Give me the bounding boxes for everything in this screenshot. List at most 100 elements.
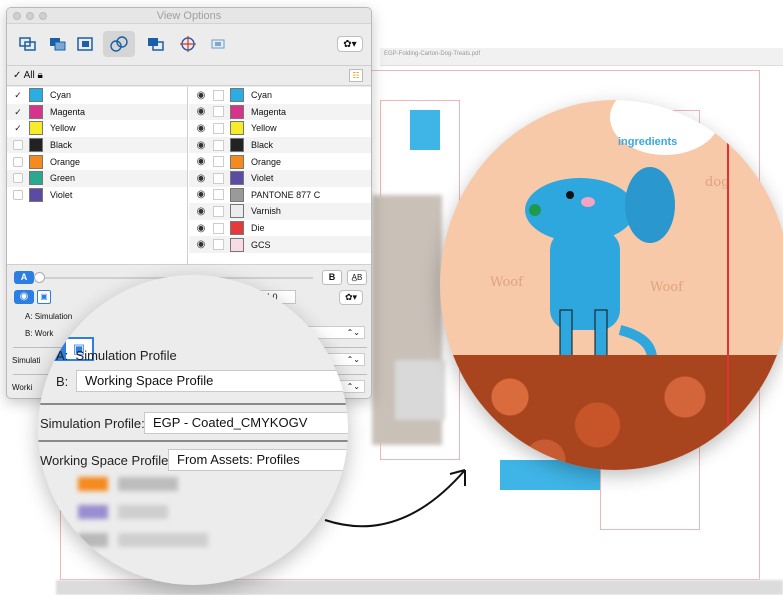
ink-row[interactable]: Orange (7, 153, 187, 170)
eye-toggle-button[interactable]: ◉ (14, 290, 34, 304)
ink-checkbox[interactable] (213, 156, 224, 168)
trim-button[interactable] (205, 31, 231, 57)
ink-checkbox[interactable] (13, 173, 23, 184)
document-title: EGP-Folding-Carton-Dog-Treats.pdf (384, 51, 481, 57)
zoom-b-select[interactable]: Working Space Profile (76, 370, 348, 392)
eye-icon[interactable]: ◉ (195, 239, 207, 250)
ink-checkbox[interactable] (213, 239, 224, 251)
gear-icon: ✿▾ (343, 38, 357, 50)
ink-checkbox[interactable] (13, 156, 23, 167)
ink-swatch (230, 171, 244, 186)
ui-zoom-circle: ▣ A: Simulation Profile B: Working Space… (38, 275, 348, 585)
ink-name: Violet (50, 189, 73, 200)
ink-swatch (230, 121, 244, 136)
ink-name: Magenta (50, 106, 86, 117)
objects-button[interactable] (143, 31, 169, 57)
all-toggle[interactable]: ✓ All 🔒︎ (13, 70, 43, 81)
nutrition-table (395, 360, 445, 420)
ink-checkbox[interactable] (213, 106, 224, 118)
ink-name: Green (50, 173, 76, 184)
ink-name: Die (251, 223, 265, 234)
zoom-simulation-select[interactable]: EGP - Coated_CMYKOGV (144, 412, 348, 434)
ink-row[interactable]: ✓ Cyan (7, 87, 187, 104)
ink-checkbox[interactable]: ✓ (13, 90, 23, 100)
ink-name: Cyan (50, 90, 72, 101)
ink-checkbox[interactable] (213, 222, 224, 234)
zoom-blurred-ink-list (38, 455, 348, 585)
layers-button[interactable] (73, 31, 99, 57)
ink-checkbox[interactable] (213, 89, 224, 101)
ink-swatch (29, 121, 43, 136)
window-titlebar: View Options (7, 8, 371, 24)
ink-checkbox[interactable]: ✓ (13, 107, 23, 117)
die-line (727, 100, 729, 470)
ink-checkbox[interactable] (13, 140, 23, 151)
window-title: View Options (156, 10, 222, 22)
zoom-simulation-label: Simulation Profile: (40, 416, 145, 431)
ink-swatch (230, 204, 244, 219)
simulation-short-label: Simulati (12, 356, 41, 365)
eye-icon[interactable]: ◉ (195, 140, 207, 151)
ink-checkbox[interactable] (213, 139, 224, 151)
ink-name: Yellow (251, 123, 277, 134)
ink-row[interactable]: Green (7, 169, 187, 187)
ink-row[interactable]: ◉ Orange (189, 153, 371, 170)
ink-row[interactable]: ◉ Violet (189, 169, 371, 187)
crosshair-icon (180, 36, 196, 52)
eye-icon[interactable]: ◉ (195, 106, 207, 117)
ink-checkbox[interactable] (213, 172, 224, 184)
ink-row[interactable]: ◉ PANTONE 877 C (189, 187, 371, 204)
ink-row[interactable]: ◉ Varnish (189, 203, 371, 220)
pointer-arrow (324, 469, 466, 528)
eye-icon[interactable]: ◉ (195, 123, 207, 134)
ink-row[interactable]: Violet (7, 187, 187, 204)
ink-swatch (230, 104, 244, 119)
food-photo (440, 355, 783, 470)
separations-icon (19, 37, 36, 51)
ink-row[interactable]: ✓ Yellow (7, 120, 187, 137)
ink-name: PANTONE 877 C (251, 189, 321, 200)
ink-checkbox[interactable] (213, 205, 224, 217)
ink-checkbox[interactable] (213, 189, 224, 201)
ink-swatch (29, 88, 43, 103)
ink-swatch (29, 187, 43, 202)
eye-icon[interactable]: ◉ (195, 156, 207, 167)
ink-checkbox[interactable] (13, 189, 23, 200)
zoom-b-prefix: B: (56, 374, 69, 389)
inks-icon (110, 36, 128, 52)
ink-row[interactable]: ◉ Black (189, 136, 371, 154)
list-options-icon[interactable]: ☷ (349, 69, 363, 82)
ink-row[interactable]: ◉ Magenta (189, 103, 371, 121)
ink-checkbox[interactable] (213, 122, 224, 134)
ink-row[interactable]: ◉ GCS (189, 236, 371, 253)
ink-row[interactable]: ◉ Cyan (189, 87, 371, 104)
settings-menu-button[interactable]: ✿▾ (337, 36, 363, 52)
ink-row[interactable]: Black (7, 136, 187, 154)
zoom-divider (38, 403, 348, 405)
ink-lists: ✓ Cyan ✓ Magenta ✓ Yellow Black Orange Green Viol… (7, 87, 371, 265)
ink-name: Black (251, 140, 274, 151)
ink-row[interactable]: ◉ Yellow (189, 120, 371, 137)
compare-ab-button[interactable]: A̲B (347, 270, 367, 285)
eye-icon[interactable]: ◉ (195, 189, 207, 200)
ink-swatch (29, 138, 43, 153)
eye-icon[interactable]: ◉ (195, 223, 207, 234)
eye-icon[interactable]: ◉ (195, 173, 207, 184)
compare-a-button[interactable]: A (14, 271, 34, 284)
ink-row[interactable]: ◉ Die (189, 220, 371, 237)
trim-icon (211, 39, 225, 49)
overprint-button[interactable] (45, 31, 71, 57)
ink-name: Orange (251, 156, 282, 167)
ink-swatch (230, 221, 244, 236)
eye-icon[interactable]: ◉ (195, 206, 207, 217)
right-ink-list: ◉ Cyan ◉ Magenta ◉ Yellow ◉ Black ◉ Orange ◉ Violet… (189, 87, 371, 264)
ink-checkbox[interactable]: ✓ (13, 123, 23, 133)
ink-row[interactable]: ✓ Magenta (7, 103, 187, 121)
eye-icon[interactable]: ◉ (195, 90, 207, 101)
ink-name: Violet (251, 173, 274, 184)
ink-name: Orange (50, 156, 81, 167)
layers-icon (77, 37, 93, 51)
inks-button[interactable] (103, 31, 135, 57)
densitometer-button[interactable] (175, 31, 201, 57)
separations-button[interactable] (15, 31, 41, 57)
